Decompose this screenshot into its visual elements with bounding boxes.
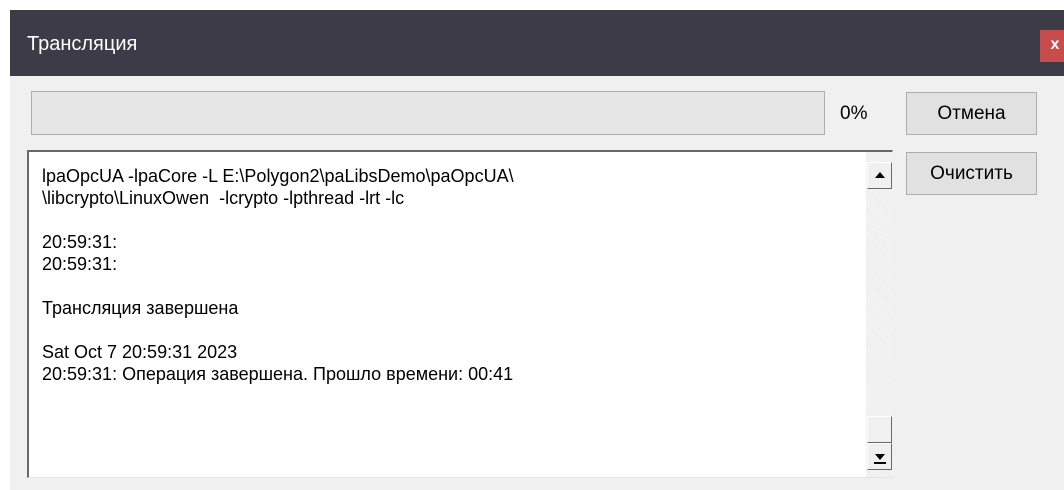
window-title: Трансляция xyxy=(27,33,138,55)
log-line: \libcrypto\LinuxOwen -lcrypto -lpthread … xyxy=(42,188,405,208)
log-line: lpaOpcUA -lpaCore -L E:\Polygon2\paLibsD… xyxy=(42,166,514,186)
progress-bar xyxy=(31,91,825,135)
log-line: 20:59:31: xyxy=(42,232,118,252)
arrow-down-underline xyxy=(874,462,886,464)
cancel-button[interactable]: Отмена xyxy=(906,92,1037,135)
log-text: lpaOpcUA -lpaCore -L E:\Polygon2\paLibsD… xyxy=(42,165,862,385)
arrow-down-icon xyxy=(875,454,885,460)
log-output[interactable]: lpaOpcUA -lpaCore -L E:\Polygon2\paLibsD… xyxy=(27,150,893,478)
close-button[interactable]: x xyxy=(1040,30,1064,62)
title-bar[interactable]: Трансляция x xyxy=(10,10,1064,76)
scroll-down-button[interactable] xyxy=(867,443,892,470)
progress-percent: 0% xyxy=(840,103,868,124)
log-line: 20:59:31: Операция завершена. Прошло вре… xyxy=(42,364,514,384)
scroll-up-button[interactable] xyxy=(867,162,892,189)
arrow-up-icon xyxy=(875,172,885,178)
log-line: Трансляция завершена xyxy=(42,298,239,318)
scroll-thumb[interactable] xyxy=(867,416,892,443)
clear-button[interactable]: Очистить xyxy=(906,152,1037,195)
log-line: Sat Oct 7 20:59:31 2023 xyxy=(42,342,238,362)
close-icon: x xyxy=(1050,36,1060,53)
log-line: 20:59:31: xyxy=(42,254,118,274)
vertical-scrollbar[interactable] xyxy=(866,152,893,477)
translation-dialog: Трансляция x 0% Отмена Очистить lpaOpcUA… xyxy=(10,10,1064,490)
